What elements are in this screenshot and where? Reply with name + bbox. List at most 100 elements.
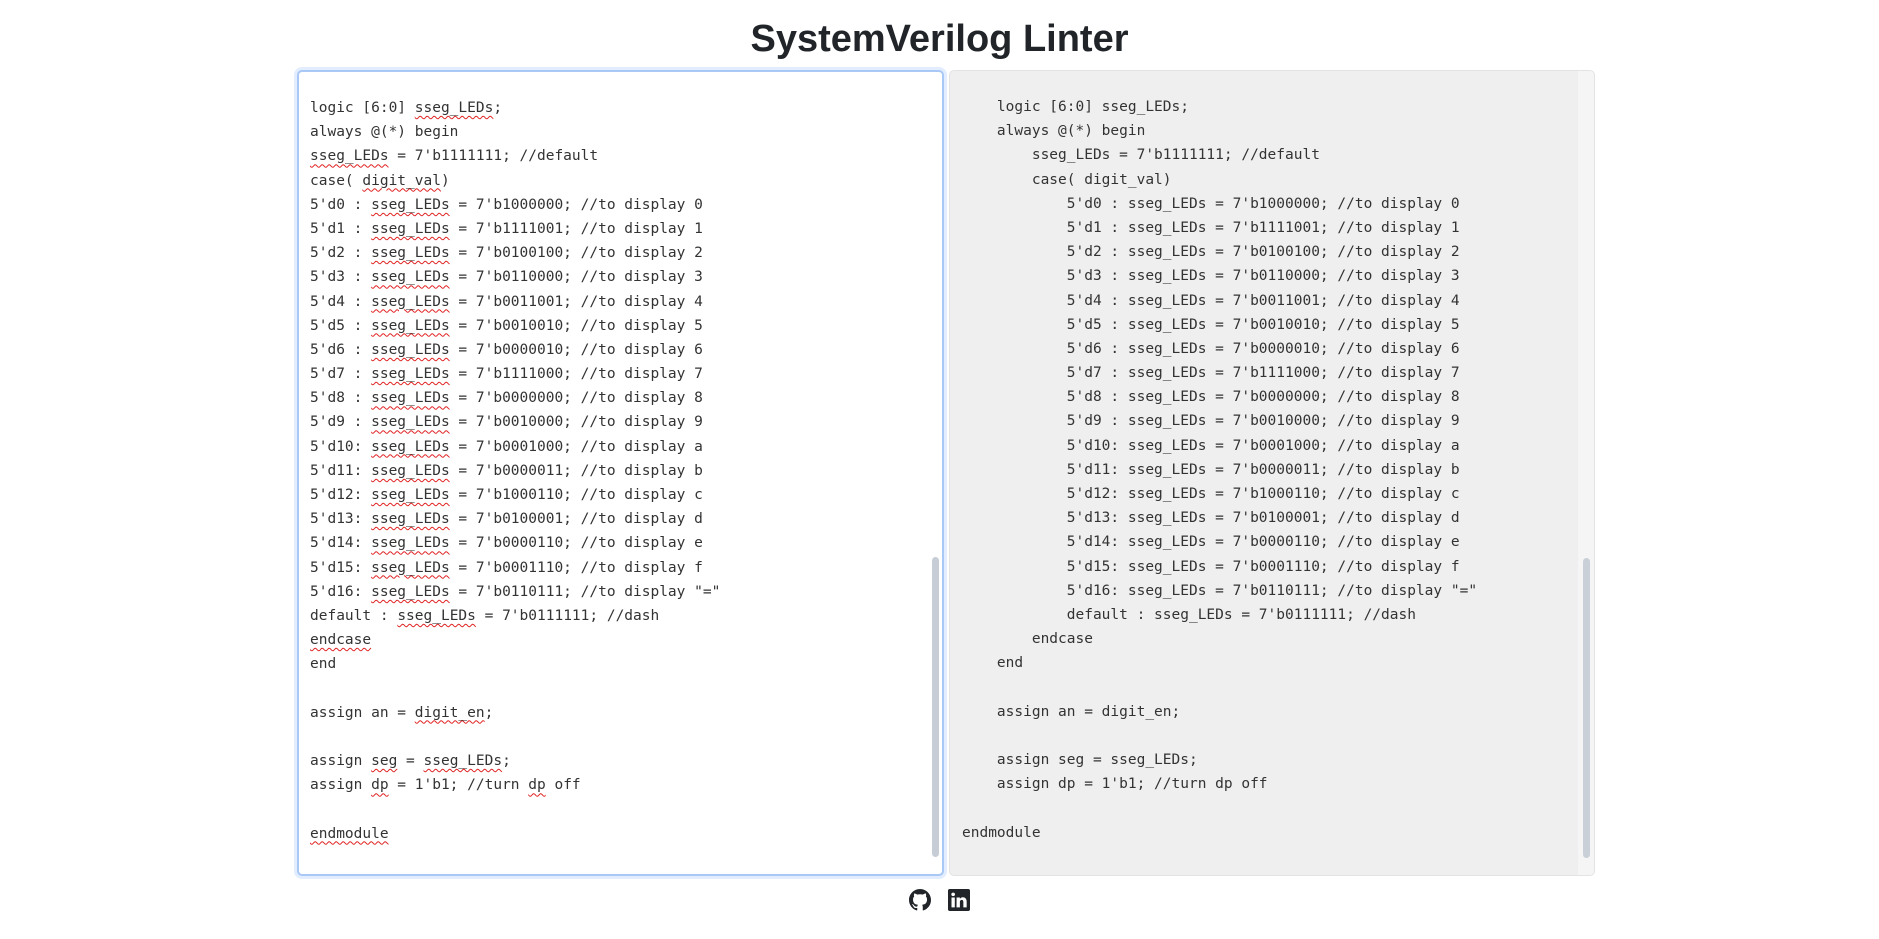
output-code-line: 5'd0 : sseg_LEDs = 7'b1000000; //to disp…: [962, 195, 1460, 212]
spellcheck-word: digit_val: [362, 172, 441, 189]
input-code-line: 5'd13: sseg_LEDs = 7'b0100001; //to disp…: [310, 507, 720, 531]
output-code-line: 5'd5 : sseg_LEDs = 7'b0010010; //to disp…: [962, 316, 1460, 333]
code-text: ;: [493, 100, 503, 116]
input-code-line: 5'd5 : sseg_LEDs = 7'b0010010; //to disp…: [310, 314, 720, 338]
code-text: = 7'b0100100; //to display 2: [449, 245, 703, 262]
editor-panels: logic [6:0] sseg_LEDs; always @(*) begin s…: [297, 70, 1597, 876]
formatted-output-panel: logic [6:0] sseg_LEDs; always @(*) begin…: [949, 70, 1595, 876]
output-code-line: always @(*) begin: [962, 123, 1146, 140]
input-code-line: 5'd7 : sseg_LEDs = 7'b1111000; //to disp…: [310, 362, 720, 386]
input-code-line: 5'd0 : sseg_LEDs = 7'b1000000; //to disp…: [310, 193, 720, 217]
spellcheck-word: sseg_LEDs: [371, 414, 450, 431]
output-code-line: 5'd12: sseg_LEDs = 7'b1000110; //to disp…: [962, 486, 1460, 502]
input-code-line: endcase: [310, 628, 720, 652]
code-text: = 7'b0000011; //to display b: [449, 462, 703, 479]
output-code-line: 5'd15: sseg_LEDs = 7'b0001110; //to disp…: [962, 558, 1460, 575]
code-text: ;: [484, 704, 494, 721]
page: SystemVerilog Linter logic [6:0] sseg_LE…: [0, 0, 1879, 939]
code-text: = 7'b0011001; //to display 4: [449, 293, 703, 310]
code-text: 5'd5 :: [310, 317, 372, 334]
input-code-line: assign seg = sseg_LEDs;: [310, 749, 720, 773]
input-code-line: 5'd3 : sseg_LEDs = 7'b0110000; //to disp…: [310, 265, 720, 289]
code-text: =: [397, 753, 424, 770]
output-scrollbar[interactable]: [1578, 71, 1594, 875]
code-text: 5'd12:: [310, 487, 372, 503]
output-code-line: 5'd8 : sseg_LEDs = 7'b0000000; //to disp…: [962, 389, 1460, 406]
code-text: case(: [310, 172, 363, 189]
code-text: = 7'b0000110; //to display e: [449, 535, 703, 552]
spellcheck-word: sseg_LEDs: [371, 583, 450, 600]
code-text: 5'd6 :: [310, 341, 372, 358]
code-text: = 1'b1; //turn: [388, 777, 529, 794]
code-text: 5'd16:: [310, 583, 372, 600]
output-code-line: default : sseg_LEDs = 7'b0111111; //dash: [962, 606, 1416, 623]
spellcheck-word: sseg_LEDs: [423, 753, 503, 770]
output-code-line: 5'd6 : sseg_LEDs = 7'b0000010; //to disp…: [962, 340, 1460, 357]
input-scrollbar-thumb[interactable]: [932, 557, 939, 857]
code-text: assign: [310, 777, 372, 794]
code-text: = 7'b1111001; //to display 1: [449, 220, 703, 237]
output-code-line: sseg_LEDs = 7'b1111111; //default: [962, 147, 1320, 164]
input-code-line: [310, 725, 720, 749]
input-code-line: 5'd14: sseg_LEDs = 7'b0000110; //to disp…: [310, 531, 720, 555]
code-text: = 7'b1111111; //default: [388, 148, 599, 165]
input-code-line: 5'd11: sseg_LEDs = 7'b0000011; //to disp…: [310, 459, 720, 483]
output-code-line: case( digit_val): [962, 171, 1172, 188]
input-scrollbar[interactable]: [928, 72, 942, 874]
spellcheck-word: sseg_LEDs: [371, 220, 450, 237]
input-code-line: case( digit_val): [310, 169, 720, 193]
output-code-line: endcase: [962, 631, 1093, 648]
input-code-line: default : sseg_LEDs = 7'b0111111; //dash: [310, 604, 720, 628]
code-text: 5'd1 :: [310, 220, 372, 237]
linkedin-icon: [947, 889, 970, 911]
output-code-line: 5'd9 : sseg_LEDs = 7'b0010000; //to disp…: [962, 413, 1460, 430]
input-code-text[interactable]: logic [6:0] sseg_LEDs; always @(*) begin s…: [310, 96, 720, 846]
input-code-line: endmodule: [310, 822, 720, 846]
code-text: 5'd7 :: [310, 366, 372, 383]
input-code-line: 5'd10: sseg_LEDs = 7'b0001000; //to disp…: [310, 435, 720, 459]
spellcheck-word: sseg_LEDs: [371, 438, 450, 455]
input-code-line: assign an = digit_en;: [310, 701, 720, 725]
code-text: = 7'b0110000; //to display 3: [449, 269, 703, 286]
code-text: = 7'b0010010; //to display 5: [449, 317, 703, 334]
input-code-line: sseg_LEDs = 7'b1111111; //default: [310, 144, 720, 168]
input-code-line: 5'd1 : sseg_LEDs = 7'b1111001; //to disp…: [310, 217, 720, 241]
input-code-line: always @(*) begin: [310, 120, 720, 144]
code-text: always @(*) begin: [310, 124, 459, 141]
spellcheck-word: sseg_LEDs: [371, 390, 450, 407]
code-text: default :: [310, 607, 398, 624]
github-link[interactable]: [909, 889, 932, 911]
input-code-line: 5'd15: sseg_LEDs = 7'b0001110; //to disp…: [310, 556, 720, 580]
code-text: logic [6:0]: [310, 100, 415, 116]
spellcheck-word: sseg_LEDs: [371, 196, 450, 213]
code-input-textarea[interactable]: logic [6:0] sseg_LEDs; always @(*) begin s…: [297, 70, 944, 876]
spellcheck-word: sseg_LEDs: [371, 535, 450, 552]
code-text: = 7'b0001110; //to display f: [449, 559, 703, 576]
input-code-line: 5'd16: sseg_LEDs = 7'b0110111; //to disp…: [310, 580, 720, 604]
input-code-line: end: [310, 652, 720, 676]
output-code-line: [962, 796, 1477, 820]
output-code-line: 5'd1 : sseg_LEDs = 7'b1111001; //to disp…: [962, 219, 1460, 236]
code-text: 5'd2 :: [310, 245, 372, 262]
output-scrollbar-thumb[interactable]: [1583, 558, 1590, 858]
spellcheck-word: endcase: [310, 632, 372, 649]
input-code-line: 5'd6 : sseg_LEDs = 7'b0000010; //to disp…: [310, 338, 720, 362]
code-text: 5'd9 :: [310, 414, 372, 431]
spellcheck-word: sseg_LEDs: [371, 317, 450, 334]
output-code-line: assign dp = 1'b1; //turn dp off: [962, 776, 1268, 793]
input-code-line: logic [6:0] sseg_LEDs;: [310, 96, 720, 120]
output-code-line: endmodule: [962, 824, 1041, 841]
code-text: = 7'b0000000; //to display 8: [449, 390, 703, 407]
input-code-line: 5'd2 : sseg_LEDs = 7'b0100100; //to disp…: [310, 241, 720, 265]
input-code-line: 5'd4 : sseg_LEDs = 7'b0011001; //to disp…: [310, 290, 720, 314]
output-code-line: 5'd7 : sseg_LEDs = 7'b1111000; //to disp…: [962, 365, 1460, 382]
output-code-text: logic [6:0] sseg_LEDs; always @(*) begin…: [962, 95, 1477, 845]
code-text: 5'd15:: [310, 559, 372, 576]
code-text: assign: [310, 753, 372, 770]
code-text: = 7'b1000000; //to display 0: [449, 196, 703, 213]
input-code-line: [310, 677, 720, 701]
input-code-line: 5'd8 : sseg_LEDs = 7'b0000000; //to disp…: [310, 386, 720, 410]
linkedin-link[interactable]: [947, 889, 970, 911]
spellcheck-word: sseg_LEDs: [371, 269, 450, 286]
code-text: = 7'b0111111; //dash: [475, 607, 660, 624]
